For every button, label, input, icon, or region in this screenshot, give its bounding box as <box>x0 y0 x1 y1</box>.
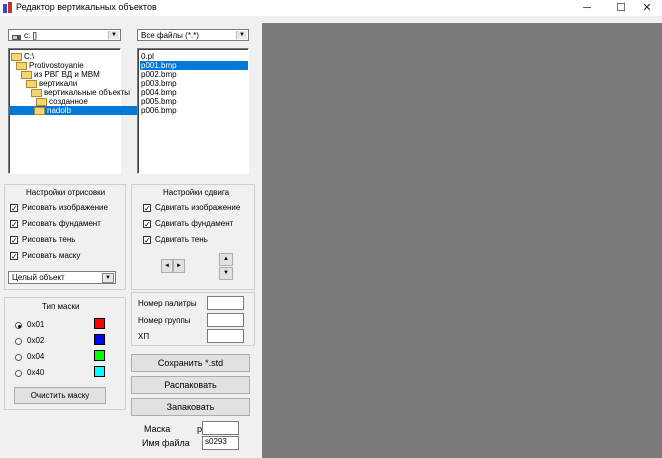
filter-value: Все файлы (*.*) <box>141 31 199 40</box>
mask-label: Маска <box>144 424 171 434</box>
mask-color-swatch <box>94 366 105 377</box>
save-std-button[interactable]: Сохранить *.std <box>131 354 250 372</box>
folder-icon <box>31 88 42 97</box>
shift-left-button[interactable]: ◄ <box>161 259 173 273</box>
tree-item[interactable]: вертикальные объекты <box>11 88 130 97</box>
tree-item-label: C:\ <box>24 52 35 61</box>
file-item[interactable]: p001.bmp <box>140 61 248 70</box>
tree-item-label: Protivostoyanie <box>29 61 84 70</box>
render-option-checkbox[interactable]: ✓ <box>10 252 18 261</box>
mask-input[interactable] <box>202 421 239 435</box>
filter-select[interactable]: Все файлы (*.*) ▼ <box>137 29 249 41</box>
tree-item-label: из РВГ ВД и МВМ <box>34 70 100 79</box>
minimize-button[interactable]: ─ <box>572 0 602 16</box>
palette-input[interactable] <box>207 296 244 310</box>
tree-item-label: созданное <box>49 97 88 106</box>
render-mode-select[interactable]: Целый объект ▼ <box>8 271 116 284</box>
mask-radio[interactable] <box>15 322 22 329</box>
filename-input[interactable]: s0293 <box>202 436 239 450</box>
tree-item[interactable]: вертикали <box>11 79 119 88</box>
mask-color-swatch <box>94 334 105 345</box>
file-item[interactable]: 0.pl <box>140 52 248 61</box>
file-item-label: p001.bmp <box>141 61 177 70</box>
mask-radio[interactable] <box>15 338 22 345</box>
render-option-label: Рисовать изображение <box>22 203 108 212</box>
mask-color-swatch <box>94 318 105 329</box>
folder-icon <box>16 61 27 70</box>
mask-color-swatch <box>94 350 105 361</box>
folder-icon <box>34 106 45 115</box>
chevron-down-icon: ▼ <box>236 31 247 39</box>
folder-tree[interactable]: C:\ Protivostoyanie из РВГ ВД и МВМ вертика… <box>8 48 144 174</box>
unpack-button[interactable]: Распаковать <box>131 376 250 394</box>
shift-option-label: Сдвигать изображение <box>155 203 241 212</box>
shift-right-button[interactable]: ► <box>173 259 185 273</box>
render-option-label: Рисовать тень <box>22 235 76 244</box>
render-option-label: Рисовать маску <box>22 251 81 260</box>
close-button[interactable]: ✕ <box>632 0 662 16</box>
shift-option-checkbox[interactable]: ✓ <box>143 236 151 245</box>
preview-canvas[interactable] <box>262 23 662 458</box>
mask-option-label: 0x01 <box>27 320 45 329</box>
render-mode-value: Целый объект <box>12 273 65 282</box>
render-option-checkbox[interactable]: ✓ <box>10 220 18 229</box>
drive-icon <box>12 33 21 42</box>
render-option-label: Рисовать фундамент <box>22 219 101 228</box>
drive-value: c: [] <box>24 31 37 40</box>
app-icon <box>3 2 12 13</box>
tree-item-label: nadolb <box>47 106 72 115</box>
window-title: Редактор вертикальных объектов <box>16 2 157 12</box>
tree-item-label: вертикальные объекты <box>44 88 131 97</box>
mask-radio[interactable] <box>15 370 22 377</box>
palette-label: Номер палитры <box>138 299 197 308</box>
shift-option-label: Сдвигать тень <box>155 235 208 244</box>
file-item-label: p002.bmp <box>141 70 177 79</box>
pack-button[interactable]: Запаковать <box>131 398 250 416</box>
tree-item[interactable]: созданное <box>11 97 119 106</box>
render-settings-title: Настройки отрисовки <box>24 188 108 197</box>
file-item-label: p006.bmp <box>141 106 177 115</box>
folder-icon <box>21 70 32 79</box>
file-item[interactable]: p004.bmp <box>140 88 248 97</box>
clear-mask-button[interactable]: Очистить маску <box>14 387 106 404</box>
mask-radio[interactable] <box>15 354 22 361</box>
render-option-checkbox[interactable]: ✓ <box>10 204 18 213</box>
folder-icon <box>36 97 47 106</box>
tree-item[interactable]: Protivostoyanie <box>11 61 119 70</box>
hp-label: ХП <box>138 332 150 341</box>
group-input[interactable] <box>207 313 244 327</box>
drive-select[interactable]: c: [] ▼ <box>8 29 121 41</box>
mask-option-label: 0x02 <box>27 336 45 345</box>
chevron-down-icon: ▼ <box>102 273 114 283</box>
shift-up-button[interactable]: ▲ <box>219 253 233 266</box>
mask-option-label: 0x40 <box>27 368 45 377</box>
file-item[interactable]: p003.bmp <box>140 79 248 88</box>
shift-option-label: Сдвигать фундамент <box>155 219 234 228</box>
shift-settings-title: Настройки сдвига <box>161 188 232 197</box>
shift-down-button[interactable]: ▼ <box>219 267 233 280</box>
folder-icon <box>11 52 22 61</box>
file-item-label: p005.bmp <box>141 97 177 106</box>
file-item-label: p003.bmp <box>141 79 177 88</box>
mask-type-title: Тип маски <box>40 302 82 311</box>
file-item[interactable]: p006.bmp <box>140 106 248 115</box>
file-item[interactable]: p002.bmp <box>140 70 248 79</box>
tree-item[interactable]: C:\ <box>11 52 119 61</box>
tree-item[interactable]: nadolb <box>9 106 144 115</box>
file-list[interactable]: 0.pl p001.bmp p002.bmp p003.bmp p004.bmp p005… <box>137 48 249 174</box>
mask-option-label: 0x04 <box>27 352 45 361</box>
chevron-down-icon: ▼ <box>108 31 119 39</box>
render-option-checkbox[interactable]: ✓ <box>10 236 18 245</box>
tree-item[interactable]: из РВГ ВД и МВМ <box>11 70 119 79</box>
shift-option-checkbox[interactable]: ✓ <box>143 220 151 229</box>
shift-option-checkbox[interactable]: ✓ <box>143 204 151 213</box>
file-item-label: p004.bmp <box>141 88 177 97</box>
hp-input[interactable] <box>207 329 244 343</box>
filename-label: Имя файла <box>142 438 190 448</box>
file-item[interactable]: p005.bmp <box>140 97 248 106</box>
group-label: Номер группы <box>138 316 191 325</box>
file-item-label: 0.pl <box>141 52 154 61</box>
folder-icon <box>26 79 37 88</box>
tree-item-label: вертикали <box>39 79 78 88</box>
